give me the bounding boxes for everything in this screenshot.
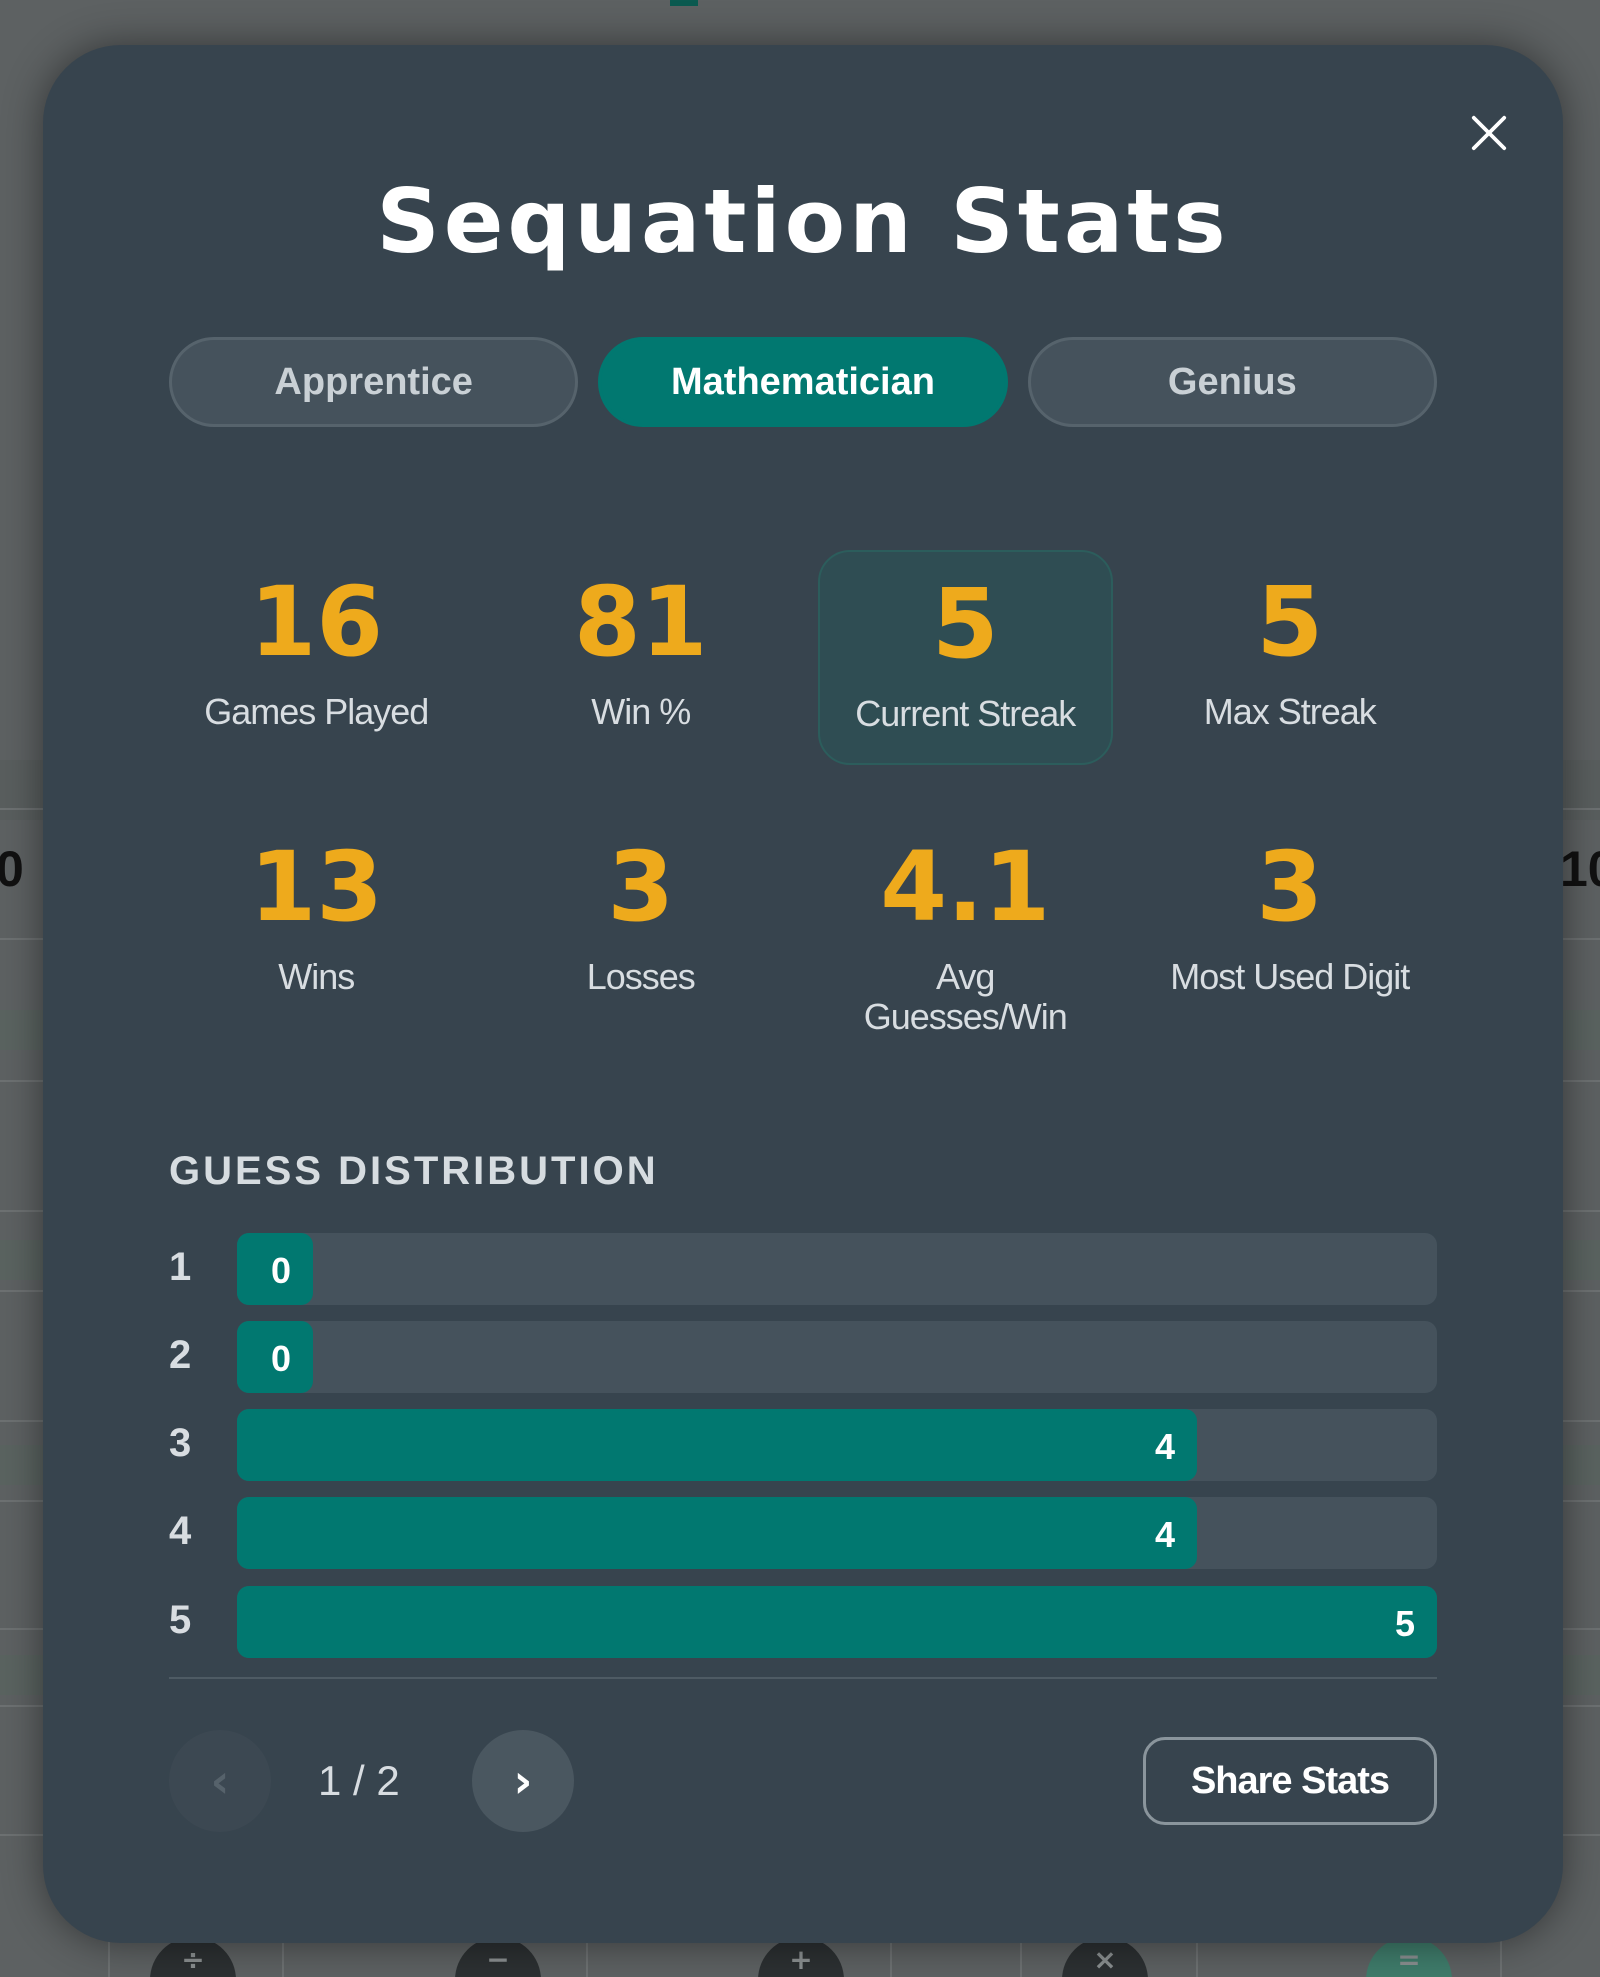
stat-label: Current Streak — [855, 693, 1076, 734]
background-key: ÷ — [150, 1937, 236, 1977]
distribution-count: 5 — [1394, 1603, 1415, 1644]
distribution-track: 4 — [237, 1497, 1437, 1569]
stat-label: Win % — [591, 691, 691, 732]
close-button[interactable] — [1457, 101, 1521, 165]
stat-label: Losses — [586, 956, 696, 997]
distribution-count: 4 — [1154, 1514, 1175, 1555]
stat-label: Games Played — [204, 691, 429, 732]
guess-distribution-title: GUESS DISTRIBUTION — [169, 1149, 659, 1193]
background-key: × — [1062, 1937, 1148, 1977]
stats-grid: 16 Games Played 81 Win % 5 Current Strea… — [169, 550, 1438, 1037]
modal-title: Sequation Stats — [376, 170, 1230, 273]
distribution-row: 4 4 — [169, 1497, 1437, 1569]
distribution-bar: 4 — [237, 1497, 1197, 1569]
stat-value: 5 — [1256, 566, 1324, 678]
distribution-row: 3 4 — [169, 1409, 1437, 1481]
background-key: + — [758, 1937, 844, 1977]
stat-max-streak: 5 Max Streak — [1143, 550, 1438, 765]
stat-value: 3 — [1256, 831, 1324, 943]
background-key: = — [1366, 1937, 1452, 1977]
stat-losses: 3 Losses — [494, 815, 789, 1030]
distribution-guess-number: 1 — [169, 1245, 192, 1289]
share-stats-button[interactable]: Share Stats — [1143, 1737, 1437, 1825]
stats-modal: Sequation Stats Apprentice Mathematician… — [43, 45, 1563, 1943]
close-icon — [1471, 115, 1507, 151]
background-left-number: 0 — [0, 841, 24, 897]
distribution-count: 0 — [270, 1338, 291, 1379]
stat-win-percent: 81 Win % — [494, 550, 789, 765]
distribution-guess-number: 2 — [169, 1333, 192, 1377]
stat-value: 4.1 — [880, 831, 1051, 943]
distribution-bar: 0 — [237, 1233, 313, 1305]
tab-genius[interactable]: Genius — [1027, 337, 1437, 427]
tab-apprentice[interactable]: Apprentice — [169, 337, 579, 427]
tab-mathematician[interactable]: Mathematician — [598, 337, 1008, 427]
distribution-track: 5 — [237, 1586, 1437, 1658]
stat-avg-guesses: 4.1 Avg Guesses/Win — [818, 815, 1113, 1037]
distribution-bar: 4 — [237, 1409, 1197, 1481]
stat-value: 13 — [249, 831, 384, 943]
footer-divider — [169, 1677, 1437, 1679]
stat-value: 3 — [607, 831, 675, 943]
stat-label: Most Used Digit — [1170, 956, 1410, 997]
distribution-track: 0 — [237, 1321, 1437, 1393]
stat-wins: 13 Wins — [169, 815, 464, 1030]
distribution-guess-number: 4 — [169, 1509, 192, 1553]
distribution-track: 0 — [237, 1233, 1437, 1305]
next-page-button[interactable]: › — [472, 1730, 574, 1832]
stat-label: Wins — [278, 956, 355, 997]
distribution-row: 2 0 — [169, 1321, 1437, 1393]
distribution-count: 4 — [1154, 1426, 1175, 1467]
distribution-track: 4 — [237, 1409, 1437, 1481]
page-indicator: 1 / 2 — [318, 1757, 400, 1804]
stat-value: 81 — [573, 566, 708, 678]
background-top-marker — [670, 0, 698, 6]
stat-current-streak: 5 Current Streak — [818, 550, 1113, 765]
distribution-count: 0 — [270, 1250, 291, 1291]
previous-page-button[interactable]: ‹ — [169, 1730, 271, 1832]
stat-label: Avg Guesses/Win — [863, 956, 1068, 1037]
distribution-row: 1 0 — [169, 1233, 1437, 1305]
distribution-guess-number: 5 — [169, 1598, 192, 1642]
distribution-row: 5 5 — [169, 1586, 1437, 1658]
distribution-bar: 5 — [237, 1586, 1437, 1658]
background-right-number: 10 — [1560, 841, 1600, 897]
distribution-bar: 0 — [237, 1321, 313, 1393]
difficulty-tabs: Apprentice Mathematician Genius — [169, 337, 1437, 427]
stat-value: 16 — [249, 566, 384, 678]
stat-most-used-digit: 3 Most Used Digit — [1143, 815, 1438, 1030]
distribution-guess-number: 3 — [169, 1421, 192, 1465]
stat-value: 5 — [931, 568, 999, 680]
background-key: − — [455, 1937, 541, 1977]
stat-label: Max Streak — [1203, 691, 1377, 732]
stat-games-played: 16 Games Played — [169, 550, 464, 765]
